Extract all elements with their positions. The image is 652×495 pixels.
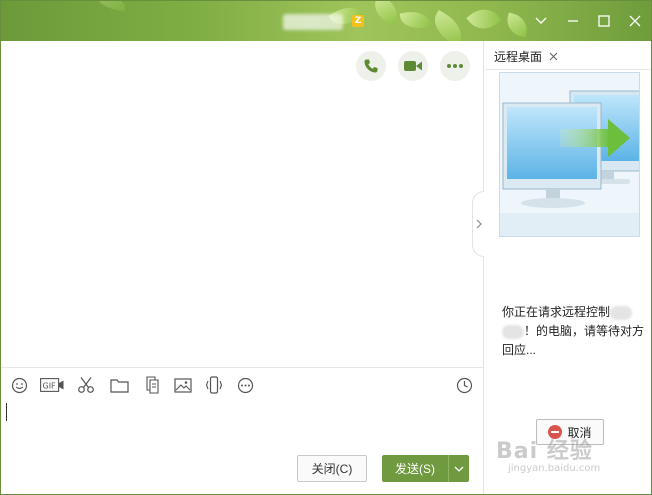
leaf-decoration [427, 9, 469, 41]
title-bar: Z [1, 1, 651, 41]
gif-icon: GIF [40, 378, 64, 392]
emoji-button[interactable] [9, 376, 29, 394]
tab-divider [485, 69, 651, 70]
send-file-button[interactable] [109, 376, 129, 394]
gif-button[interactable]: GIF [40, 376, 64, 394]
remote-desktop-illustration [499, 72, 640, 237]
maximize-button[interactable] [593, 10, 615, 32]
more-actions-button[interactable] [440, 51, 470, 81]
tab-remote-desktop[interactable]: 远程桌面 [490, 45, 570, 67]
message-history-button[interactable] [454, 376, 474, 394]
cancel-label: 取消 [567, 425, 592, 440]
emoji-icon [11, 377, 27, 393]
leaf-decoration [95, 1, 127, 12]
cancel-icon [548, 425, 563, 439]
tab-label: 远程桌面 [494, 49, 543, 64]
tab-close-button[interactable] [547, 50, 559, 62]
shake-phone-icon [205, 376, 223, 394]
document-share-icon [146, 376, 159, 394]
chevron-down-icon [454, 466, 464, 472]
send-options-dropdown[interactable] [448, 455, 469, 482]
leaf-decoration [466, 1, 502, 37]
text-caret [6, 403, 7, 421]
video-call-button[interactable] [398, 51, 428, 81]
chevron-down-button[interactable] [530, 10, 552, 32]
phone-icon [364, 59, 378, 73]
more-circle-icon [237, 377, 253, 393]
minimize-button[interactable] [562, 10, 584, 32]
doc-share-button[interactable] [142, 376, 162, 394]
scissors-icon [78, 377, 94, 393]
message-input[interactable]: 关闭(C) 发送(S) [1, 401, 484, 494]
folder-icon [109, 378, 129, 393]
shake-button[interactable] [204, 376, 224, 394]
chevron-right-icon [476, 219, 482, 229]
video-camera-icon [404, 61, 422, 71]
maximize-icon [598, 15, 610, 27]
image-icon [174, 377, 192, 393]
minimize-icon [568, 20, 578, 22]
vip-badge: Z [352, 15, 364, 27]
panel-collapse-handle[interactable] [472, 191, 484, 257]
send-image-button[interactable] [173, 376, 193, 394]
monitors-arrow-icon [500, 73, 639, 236]
cancel-request-button[interactable]: 取消 [536, 419, 604, 445]
leaf-decoration [399, 8, 431, 32]
more-dots-icon [447, 64, 463, 68]
leaf-decoration [503, 12, 531, 38]
chevron-down-icon [535, 17, 547, 24]
send-button[interactable]: 发送(S) [382, 455, 448, 482]
screenshot-button[interactable] [76, 376, 96, 394]
chat-window: Z GIF 关闭(C) 发送(S) 远程桌面 你正在请求远程控制 ！的电脑，请等… [0, 0, 652, 495]
close-icon [629, 15, 641, 27]
close-icon [549, 52, 557, 60]
voice-call-button[interactable] [356, 51, 386, 81]
close-chat-button[interactable]: 关闭(C) [297, 455, 367, 482]
remote-desktop-panel: 远程桌面 你正在请求远程控制 ！的电脑，请等待对方回应... 取消 [485, 41, 651, 494]
contact-name-blurred [283, 14, 343, 30]
status-line-1: 你正在请求远程控制 [502, 305, 611, 319]
remote-request-status: 你正在请求远程控制 ！的电脑，请等待对方回应... [502, 303, 647, 360]
contact-name-blurred [502, 324, 524, 339]
message-area[interactable] [1, 41, 484, 367]
input-toolbar: GIF [1, 367, 484, 401]
leaf-decoration [370, 1, 402, 25]
more-tools-button[interactable] [235, 376, 255, 394]
close-window-button[interactable] [624, 10, 646, 32]
contact-name-blurred [610, 305, 633, 320]
clock-icon [456, 377, 472, 393]
svg-text:GIF: GIF [43, 382, 57, 391]
